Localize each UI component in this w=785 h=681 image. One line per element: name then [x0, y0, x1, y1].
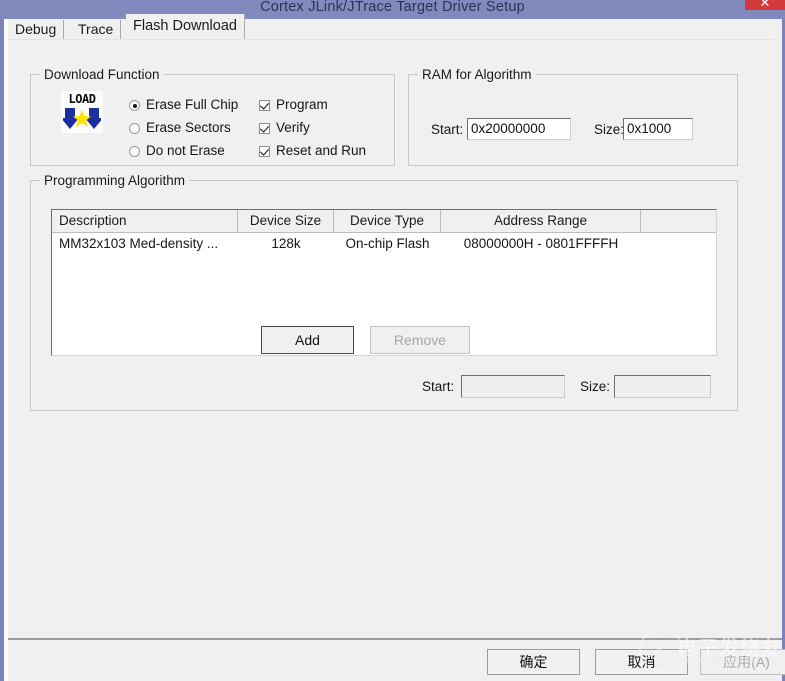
column-header-description: Description [52, 210, 238, 232]
checkbox-program[interactable]: Program [259, 97, 328, 112]
radio-erase-sectors-indicator [129, 123, 140, 134]
checkbox-reset-and-run-indicator [259, 146, 270, 157]
radio-do-not-erase[interactable]: Do not Erase [129, 143, 225, 158]
radio-erase-full-chip-label: Erase Full Chip [146, 97, 239, 112]
radio-erase-sectors[interactable]: Erase Sectors [129, 120, 231, 135]
checkbox-verify-indicator [259, 123, 270, 134]
ok-button[interactable]: 确定 [487, 649, 580, 675]
checkbox-program-label: Program [276, 97, 328, 112]
ram-size-label: Size: [594, 122, 625, 137]
checkbox-verify-label: Verify [276, 120, 310, 135]
close-icon[interactable]: ✕ [745, 0, 785, 10]
remove-button[interactable]: Remove [370, 326, 470, 354]
algorithm-size-input[interactable] [614, 375, 711, 398]
dialog-footer: 确定 取消 应用(A) [8, 640, 785, 681]
algorithm-start-label: Start: [422, 379, 455, 394]
radio-erase-full-chip[interactable]: Erase Full Chip [129, 97, 238, 112]
cell-device-type: On-chip Flash [345, 236, 430, 251]
radio-erase-full-chip-indicator [129, 100, 140, 111]
dialog-window: Cortex JLink/JTrace Target Driver Setup … [0, 0, 785, 681]
checkbox-reset-and-run-label: Reset and Run [276, 143, 367, 158]
cell-device-size: 128k [271, 236, 301, 251]
cell-address-range: 08000000H - 0801FFFFH [463, 236, 619, 251]
load-icon: LOAD [61, 91, 103, 133]
algorithm-size-label: Size: [580, 379, 611, 394]
radio-do-not-erase-indicator [129, 146, 140, 157]
column-header-address-range: Address Range [441, 210, 641, 232]
tab-flash-download[interactable]: Flash Download [126, 14, 245, 39]
ram-start-input[interactable]: 0x20000000 [467, 118, 571, 140]
ram-size-input[interactable]: 0x1000 [623, 118, 693, 140]
load-icon-text: LOAD [68, 92, 96, 106]
radio-do-not-erase-label: Do not Erase [146, 143, 225, 158]
cancel-button[interactable]: 取消 [595, 649, 688, 675]
column-header-spacer [641, 210, 716, 232]
table-header-row: Description Device Size Device Type Addr… [52, 210, 716, 233]
programming-algorithm-legend: Programming Algorithm [40, 173, 190, 188]
download-function-legend: Download Function [40, 67, 164, 82]
programming-algorithm-group: Programming Algorithm Description Device… [30, 173, 738, 411]
load-arrows-icon [63, 108, 101, 129]
tab-trace[interactable]: Trace [71, 20, 122, 39]
tab-debug[interactable]: Debug [8, 20, 65, 39]
checkbox-reset-and-run[interactable]: Reset and Run [259, 143, 366, 158]
checkbox-program-indicator [259, 100, 270, 111]
table-row[interactable]: MM32x103 Med-density ... 128k On-chip Fl… [52, 233, 716, 254]
radio-erase-sectors-label: Erase Sectors [146, 120, 231, 135]
checkbox-verify[interactable]: Verify [259, 120, 310, 135]
algorithm-start-input[interactable] [461, 375, 565, 398]
column-header-device-size: Device Size [238, 210, 334, 232]
cell-description: MM32x103 Med-density ... [59, 236, 219, 251]
ram-for-algorithm-legend: RAM for Algorithm [418, 67, 536, 82]
add-button[interactable]: Add [261, 326, 354, 354]
download-function-group: Download Function LOAD Erase Full Chip E… [30, 67, 395, 166]
tab-strip: Debug Trace Flash Download [8, 14, 774, 39]
flash-download-page: Download Function LOAD Erase Full Chip E… [8, 40, 774, 638]
column-header-device-type: Device Type [334, 210, 441, 232]
ram-for-algorithm-group: RAM for Algorithm Start: 0x20000000 Size… [408, 67, 738, 166]
apply-button[interactable]: 应用(A) [700, 649, 785, 675]
ram-start-label: Start: [431, 122, 464, 137]
